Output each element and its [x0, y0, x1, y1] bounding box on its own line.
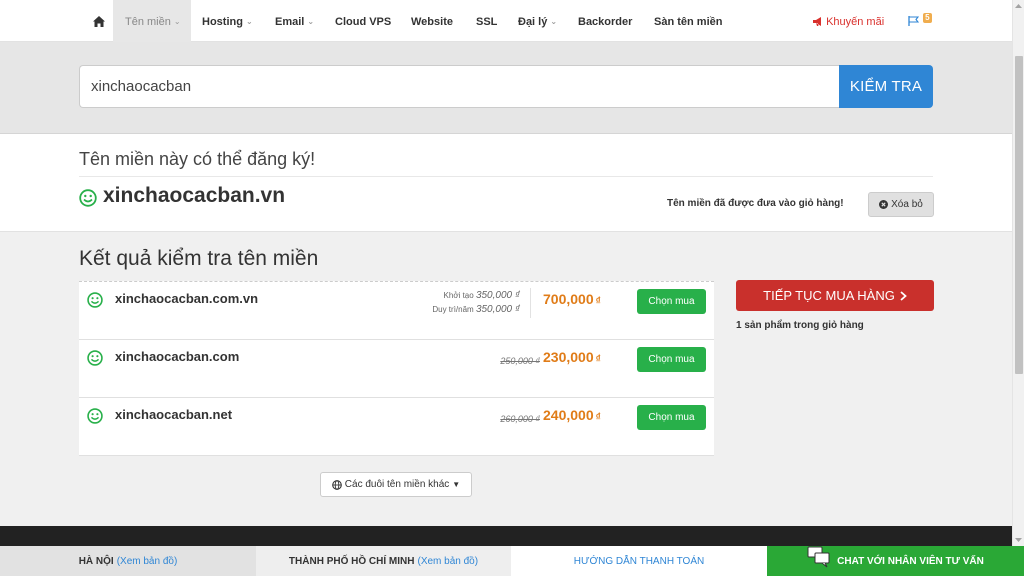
result-price: 230,000 ₫ [543, 349, 601, 365]
scrollbar[interactable] [1012, 0, 1024, 546]
buy-button[interactable]: Chọn mua [637, 347, 706, 372]
result-domain: xinchaocacban.net [115, 407, 233, 422]
cart-note: Tên miền đã được đưa vào giỏ hàng! [667, 198, 844, 209]
chat-tab[interactable]: CHAT VỚI NHÂN VIÊN TƯ VẤN [767, 546, 1024, 576]
chat-icon [807, 546, 830, 568]
nav-item-reseller[interactable]: Đại lý ⌄ [518, 0, 557, 42]
remove-button[interactable]: Xóa bỏ [868, 192, 934, 217]
cart-count: 1 sản phẩm trong giỏ hàng [736, 320, 864, 331]
arrow-up-icon [1015, 4, 1022, 8]
renew-fee: Duy trì/năm 350,000 ₫ [432, 304, 520, 315]
result-row: xinchaocacban.com.vn Khởi tạo 350,000 ₫ … [79, 282, 714, 340]
old-price: 260,000 ₫ [500, 414, 540, 424]
payment-guide-tab[interactable]: HƯỚNG DẪN THANH TOÁN [511, 546, 767, 576]
chevron-down-icon: ⌄ [307, 17, 315, 26]
megaphone-icon [813, 17, 821, 26]
nav-item-promo[interactable]: Khuyến mãi [813, 0, 884, 42]
results-list: xinchaocacban.com.vn Khởi tạo 350,000 ₫ … [79, 281, 714, 456]
hanoi-map-link[interactable]: (Xem bản đồ) [117, 556, 178, 567]
top-nav: Tên miền ⌄ Hosting ⌄ Email ⌄ Cloud VPS Webs… [0, 0, 1012, 42]
result-price: 240,000 ₫ [543, 407, 601, 423]
flag-icon [908, 16, 920, 26]
other-extensions-button[interactable]: Các đuôi tên miền khác ▼ [320, 472, 472, 497]
nav-item-ssl[interactable]: SSL [476, 0, 497, 42]
available-domain: xinchaocacban.vn [103, 184, 286, 207]
nav-item-email[interactable]: Email ⌄ [275, 0, 314, 42]
chevron-down-icon: ⌄ [173, 17, 181, 26]
buy-button[interactable]: Chọn mua [637, 405, 706, 430]
smile-icon [87, 350, 103, 366]
divider [79, 176, 933, 177]
globe-icon [331, 479, 342, 490]
nav-item-website[interactable]: Website [411, 0, 453, 42]
nav-item-cloud-vps[interactable]: Cloud VPS [335, 0, 391, 42]
buy-button[interactable]: Chọn mua [637, 289, 706, 314]
nav-item-hosting[interactable]: Hosting ⌄ [202, 0, 253, 42]
old-price: 250,000 ₫ [500, 356, 540, 366]
check-button[interactable]: KIỂM TRA [839, 65, 933, 108]
result-domain: xinchaocacban.com.vn [115, 291, 259, 306]
results-title: Kết quả kiểm tra tên miền [79, 247, 319, 270]
chevron-down-icon: ⌄ [245, 17, 253, 26]
result-price: 700,000 ₫ [543, 291, 601, 307]
domain-search-input[interactable] [79, 65, 840, 108]
available-section: Tên miền này có thể đăng ký! xinchaocacb… [0, 134, 1012, 232]
nav-item-backorder[interactable]: Backorder [578, 0, 632, 42]
continue-shopping-button[interactable]: TIẾP TỤC MUA HÀNG [736, 280, 934, 311]
result-row: xinchaocacban.com 250,000 ₫ 230,000 ₫ Chọ… [79, 340, 714, 398]
divider [530, 288, 531, 318]
scroll-thumb[interactable] [1015, 56, 1023, 374]
arrow-down-icon [1015, 538, 1022, 542]
notifications[interactable]: 5 [908, 0, 932, 42]
smile-icon [87, 292, 103, 308]
search-band: KIỂM TRA [0, 42, 1012, 134]
smile-icon [79, 189, 97, 207]
notification-badge: 5 [923, 13, 932, 23]
setup-fee: Khởi tạo 350,000 ₫ [443, 290, 520, 301]
nav-item-marketplace[interactable]: Sàn tên miền [654, 0, 722, 42]
scroll-down-arrow[interactable] [1013, 534, 1024, 546]
bottom-bar: HÀ NỘI (Xem bản đồ) THÀNH PHỐ HỒ CHÍ MIN… [0, 546, 1024, 576]
hcm-tab[interactable]: THÀNH PHỐ HỒ CHÍ MINH (Xem bản đồ) [256, 546, 511, 576]
home-link[interactable] [85, 0, 113, 42]
result-domain: xinchaocacban.com [115, 349, 240, 364]
hcm-map-link[interactable]: (Xem bản đồ) [417, 556, 478, 567]
close-circle-icon [879, 200, 889, 209]
chevron-down-icon: ⌄ [550, 17, 558, 26]
home-icon [93, 15, 105, 27]
footer [0, 526, 1012, 546]
hanoi-tab[interactable]: HÀ NỘI (Xem bản đồ) [0, 546, 256, 576]
chevron-right-icon [900, 290, 907, 301]
nav-item-domain[interactable]: Tên miền ⌄ [113, 0, 191, 42]
scroll-up-arrow[interactable] [1013, 0, 1024, 12]
caret-down-icon: ▼ [452, 480, 461, 489]
result-row: xinchaocacban.net 260,000 ₫ 240,000 ₫ Chọ… [79, 398, 714, 456]
available-title: Tên miền này có thể đăng ký! [79, 149, 316, 169]
smile-icon [87, 408, 103, 424]
